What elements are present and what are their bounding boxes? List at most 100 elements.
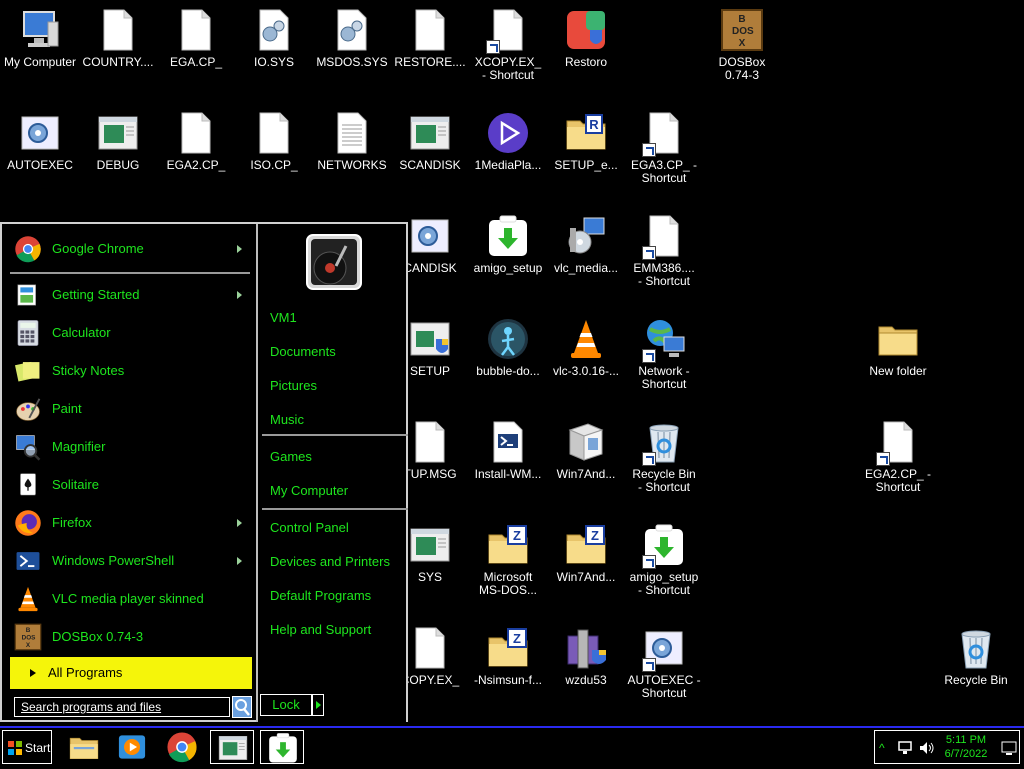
svg-text:DOS: DOS bbox=[22, 635, 36, 642]
desktop-icon[interactable]: EMM386.... - Shortcut bbox=[624, 206, 704, 302]
clock-time: 5:11 PM bbox=[945, 734, 987, 746]
shortcut-arrow-icon bbox=[642, 658, 656, 672]
desktop-icon[interactable]: COUNTRY.... bbox=[78, 0, 158, 96]
zip-folder-icon: Z bbox=[486, 523, 530, 569]
desktop-icon-label: -Nsimsun-f... bbox=[473, 673, 542, 687]
desktop-icon[interactable]: EGA2.CP_ bbox=[156, 103, 236, 199]
start-menu-place-link[interactable]: Games bbox=[270, 449, 312, 464]
desktop-icon-label: RESTORE.... bbox=[394, 55, 466, 69]
desktop-icon[interactable]: amigo_setup bbox=[468, 206, 548, 302]
start-menu-item[interactable]: Paint bbox=[10, 392, 250, 426]
start-menu-place-link[interactable]: Devices and Printers bbox=[270, 554, 390, 569]
desktop-icon[interactable]: ISO.CP_ bbox=[234, 103, 314, 199]
start-menu-place-link[interactable]: Control Panel bbox=[270, 520, 349, 535]
desktop-icon[interactable]: Recycle Bin bbox=[936, 618, 1016, 714]
volume-icon[interactable] bbox=[919, 741, 935, 755]
desktop-icon[interactable]: Recycle Bin - Shortcut bbox=[624, 412, 704, 508]
user-picture-icon[interactable] bbox=[306, 234, 362, 290]
desktop-icon[interactable]: DEBUG bbox=[78, 103, 158, 199]
chrome-icon bbox=[166, 731, 198, 768]
start-menu-item[interactable]: Calculator bbox=[10, 316, 250, 350]
desktop-icon[interactable]: NETWORKS bbox=[312, 103, 392, 199]
start-menu-item[interactable]: VLC media player skinned bbox=[10, 582, 250, 616]
start-menu-place-link[interactable]: Default Programs bbox=[270, 588, 371, 603]
start-button[interactable]: Start bbox=[2, 730, 52, 764]
taskbar-app-button[interactable] bbox=[62, 730, 106, 764]
desktop-icon[interactable]: MSDOS.SYS bbox=[312, 0, 392, 96]
desktop-icon[interactable]: RESTORE.... bbox=[390, 0, 470, 96]
network-tray-icon[interactable] bbox=[897, 741, 913, 755]
search-button[interactable] bbox=[232, 696, 252, 718]
sticky-notes-icon bbox=[14, 357, 42, 385]
desktop-icon[interactable]: EGA.CP_ bbox=[156, 0, 236, 96]
desktop-icon[interactable]: Network - Shortcut bbox=[624, 309, 704, 405]
calculator-icon bbox=[14, 319, 42, 347]
start-menu-programs-pane: Google Chrome Getting Started Calculator St… bbox=[4, 226, 254, 720]
start-menu-item[interactable]: Getting Started bbox=[10, 278, 250, 312]
firefox-icon bbox=[14, 509, 42, 537]
file-icon bbox=[408, 626, 452, 672]
zip-folder-icon: Z bbox=[486, 626, 530, 672]
desktop-icon[interactable]: R SETUP_e... bbox=[546, 103, 626, 199]
desktop-icon[interactable]: IO.SYS bbox=[234, 0, 314, 96]
desktop-icon[interactable]: Install-WM... bbox=[468, 412, 548, 508]
desktop-icon[interactable]: amigo_setup - Shortcut bbox=[624, 515, 704, 611]
show-desktop-icon[interactable] bbox=[1001, 740, 1017, 756]
lock-button[interactable]: Lock bbox=[260, 694, 312, 716]
desktop-icon[interactable]: New folder bbox=[858, 309, 938, 405]
start-menu-item[interactable]: Sticky Notes bbox=[10, 354, 250, 388]
desktop-icon[interactable]: My Computer bbox=[0, 0, 80, 96]
start-menu-item[interactable]: B DOS X DOSBox 0.74-3 bbox=[10, 620, 250, 654]
start-menu-item[interactable]: Magnifier bbox=[10, 430, 250, 464]
desktop-icon[interactable]: wzdu53 bbox=[546, 618, 626, 714]
gear-file-icon bbox=[408, 214, 452, 260]
desktop-icon[interactable]: Z Microsoft MS-DOS... bbox=[468, 515, 548, 611]
desktop-icon[interactable]: Restoro bbox=[546, 0, 626, 96]
start-menu-place-link[interactable]: Help and Support bbox=[270, 622, 371, 637]
submenu-arrow-icon bbox=[237, 291, 242, 299]
desktop-icon-label: EGA.CP_ bbox=[169, 55, 223, 69]
desktop-icon[interactable]: EGA2.CP_ - Shortcut bbox=[858, 412, 938, 508]
installer-icon bbox=[564, 214, 608, 260]
desktop-icon[interactable]: Z Win7And... bbox=[546, 515, 626, 611]
taskbar-app-button[interactable] bbox=[110, 730, 154, 764]
vlc-icon bbox=[14, 585, 42, 613]
desktop-icon[interactable]: 1MediaPla... bbox=[468, 103, 548, 199]
start-menu-item[interactable]: Firefox bbox=[10, 506, 250, 540]
start-menu-place-link[interactable]: My Computer bbox=[270, 483, 348, 498]
desktop-icon[interactable]: AUTOEXEC - Shortcut bbox=[624, 618, 704, 714]
desktop-icon[interactable]: XCOPY.EX_ - Shortcut bbox=[468, 0, 548, 96]
show-hidden-icons-icon[interactable]: ^ bbox=[879, 741, 885, 755]
start-menu-place-link[interactable]: Music bbox=[270, 412, 304, 427]
svg-text:X: X bbox=[26, 642, 31, 649]
desktop-icon[interactable]: vlc_media... bbox=[546, 206, 626, 302]
taskbar-app-button[interactable] bbox=[210, 730, 254, 764]
desktop-icon[interactable]: Win7And... bbox=[546, 412, 626, 508]
shortcut-arrow-icon bbox=[642, 452, 656, 466]
start-menu-item-label: Paint bbox=[52, 401, 82, 416]
start-menu-place-link[interactable]: Documents bbox=[270, 344, 336, 359]
desktop-icon[interactable]: SCANDISK bbox=[390, 103, 470, 199]
file-icon bbox=[408, 420, 452, 466]
start-menu-place-link[interactable]: VM1 bbox=[270, 310, 297, 325]
windows-logo-icon bbox=[8, 741, 22, 755]
start-menu-item[interactable]: Solitaire bbox=[10, 468, 250, 502]
start-menu-item[interactable]: Windows PowerShell bbox=[10, 544, 250, 578]
desktop-icon[interactable]: AUTOEXEC bbox=[0, 103, 80, 199]
desktop-icon[interactable]: bubble-do... bbox=[468, 309, 548, 405]
clock[interactable]: 5:11 PM 6/7/2022 bbox=[941, 733, 991, 761]
start-menu-item[interactable]: Google Chrome bbox=[10, 232, 250, 266]
taskbar-app-button[interactable] bbox=[160, 730, 204, 764]
shutdown-options-arrow[interactable] bbox=[312, 694, 324, 716]
desktop-icon[interactable]: B DOS X DOSBox 0.74-3 bbox=[702, 0, 782, 96]
desktop-icon[interactable]: vlc-3.0.16-... bbox=[546, 309, 626, 405]
getting-started-icon bbox=[14, 281, 42, 309]
start-menu-place-link[interactable]: Pictures bbox=[270, 378, 317, 393]
taskbar-app-button[interactable] bbox=[260, 730, 304, 764]
search-input[interactable]: Search programs and files bbox=[14, 697, 230, 717]
desktop-icon[interactable]: Z -Nsimsun-f... bbox=[468, 618, 548, 714]
system-file-icon bbox=[330, 8, 374, 54]
desktop-icon[interactable]: EGA3.CP_ - Shortcut bbox=[624, 103, 704, 199]
all-programs-button[interactable]: All Programs bbox=[10, 657, 252, 689]
clock-date: 6/7/2022 bbox=[944, 748, 988, 760]
